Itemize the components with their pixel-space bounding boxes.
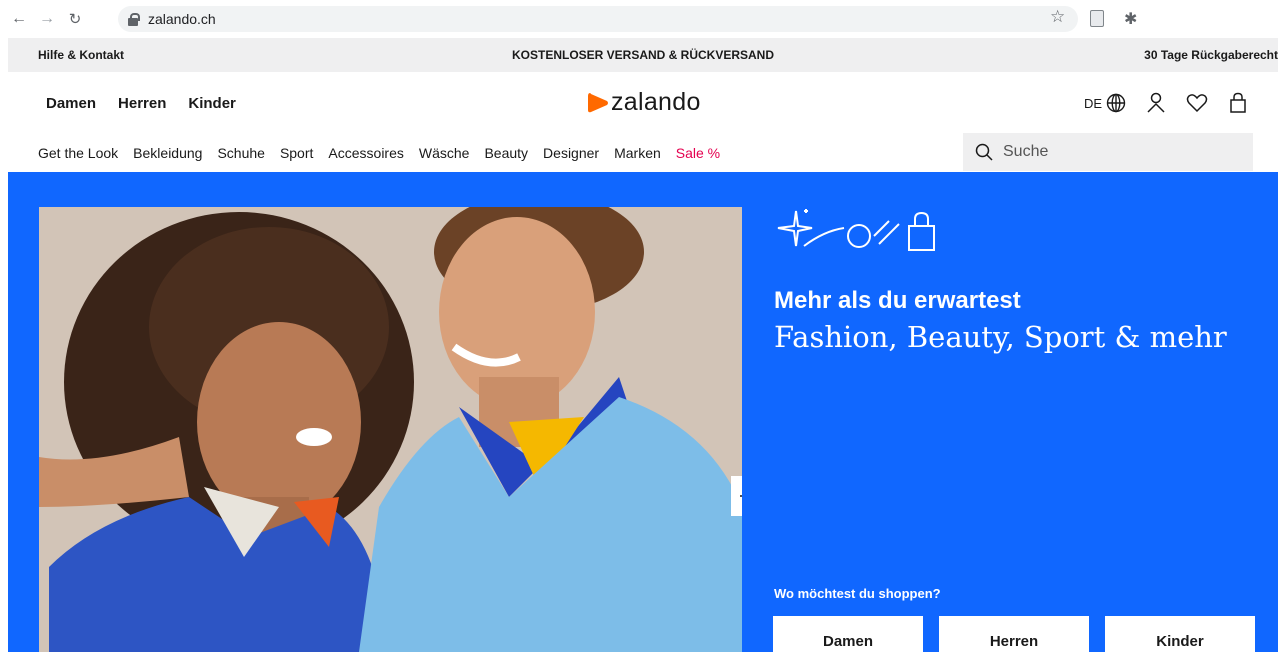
hero-title: Mehr als du erwartest <box>774 287 1021 314</box>
address-bar[interactable]: zalando.ch <box>118 6 1078 32</box>
shop-damen-button[interactable]: Damen <box>773 616 923 656</box>
language-selector[interactable]: DE <box>1084 93 1126 113</box>
browser-toolbar: ← → ↻ zalando.ch ☆ ✱ <box>0 0 1278 38</box>
hero-subtitle: Fashion, Beauty, Sport & mehr <box>774 320 1227 354</box>
hero-image[interactable] <box>39 207 742 652</box>
forward-icon[interactable]: → <box>36 8 58 30</box>
bag-icon[interactable] <box>1228 92 1248 114</box>
category-sale[interactable]: Sale % <box>676 145 720 161</box>
next-slide-button[interactable] <box>731 476 742 516</box>
search-box[interactable] <box>963 133 1253 171</box>
logo-text: zalando <box>611 88 701 116</box>
search-icon <box>975 143 993 161</box>
shop-herren-button[interactable]: Herren <box>939 616 1089 656</box>
lock-icon <box>128 12 140 26</box>
gender-nav-damen[interactable]: Damen <box>46 95 96 112</box>
site-header: Damen Herren Kinder zalando DE <box>8 72 1278 132</box>
category-sport[interactable]: Sport <box>280 145 313 161</box>
category-accessoires[interactable]: Accessoires <box>328 145 403 161</box>
reload-icon[interactable]: ↻ <box>64 8 86 30</box>
arrow-right-icon <box>740 495 742 497</box>
header-tools: DE <box>1084 92 1248 114</box>
shop-buttons: Damen Herren Kinder <box>773 616 1255 656</box>
return-policy-link[interactable]: 30 Tage Rückgaberecht <box>1144 48 1278 62</box>
logo-play-icon <box>588 92 608 112</box>
shop-kinder-button[interactable]: Kinder <box>1105 616 1255 656</box>
category-bekleidung[interactable]: Bekleidung <box>133 145 202 161</box>
category-waesche[interactable]: Wäsche <box>419 145 470 161</box>
search-input[interactable] <box>1003 143 1233 161</box>
free-shipping-banner: KOSTENLOSER VERSAND & RÜCKVERSAND <box>511 48 775 62</box>
heart-icon[interactable] <box>1186 93 1208 113</box>
language-label: DE <box>1083 95 1102 111</box>
category-list: Get the Look Bekleidung Schuhe Sport Acc… <box>38 145 735 161</box>
info-bar: Hilfe & Kontakt KOSTENLOSER VERSAND & RÜ… <box>8 38 1278 72</box>
category-nav: Get the Look Bekleidung Schuhe Sport Acc… <box>8 132 1278 172</box>
gender-nav: Damen Herren Kinder <box>46 95 236 112</box>
gender-nav-herren[interactable]: Herren <box>118 95 166 112</box>
star-icon[interactable]: ☆ <box>1050 7 1065 27</box>
user-icon[interactable] <box>1146 92 1166 114</box>
globe-icon <box>1106 93 1126 113</box>
hero-photo <box>39 207 742 652</box>
category-beauty[interactable]: Beauty <box>484 145 528 161</box>
category-schuhe[interactable]: Schuhe <box>217 145 264 161</box>
url-text: zalando.ch <box>148 11 216 27</box>
hero-banner: Mehr als du erwartest Fashion, Beauty, S… <box>8 172 1278 656</box>
puzzle-icon[interactable]: ✱ <box>1124 9 1137 29</box>
category-get-the-look[interactable]: Get the Look <box>38 145 118 161</box>
gender-nav-kinder[interactable]: Kinder <box>188 95 236 112</box>
category-designer[interactable]: Designer <box>543 145 599 161</box>
shop-prompt: Wo möchtest du shoppen? <box>774 586 941 601</box>
hero-decorative-icons <box>777 209 935 251</box>
zalando-logo[interactable]: zalando <box>585 88 701 117</box>
document-icon[interactable] <box>1090 10 1104 27</box>
back-icon[interactable]: ← <box>8 8 30 30</box>
category-marken[interactable]: Marken <box>614 145 661 161</box>
